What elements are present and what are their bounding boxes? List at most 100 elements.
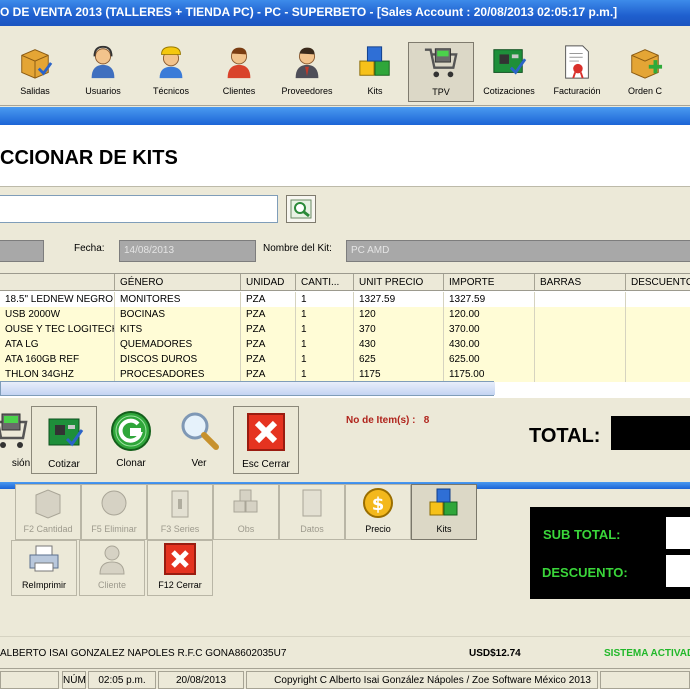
- action-label: Cotizar: [48, 459, 80, 470]
- table-cell: PROCESADORES: [115, 367, 241, 382]
- table-cell: 18.5" LEDNEW NEGRO: [0, 292, 115, 307]
- system-status: SISTEMA ACTIVAD: [604, 648, 690, 659]
- column-header[interactable]: UNIDAD: [241, 274, 296, 290]
- table-cell: 1327.59: [444, 292, 535, 307]
- total-display: [611, 416, 690, 450]
- num-lock-indicator: NÚM: [62, 671, 86, 689]
- toolbar-salidas-button[interactable]: Salidas: [2, 42, 68, 102]
- column-header[interactable]: GÉNERO: [115, 274, 241, 290]
- table-row[interactable]: THLON 34GHZ PROCESADORES PZA 1 1175 1175…: [0, 367, 690, 382]
- cliente-button[interactable]: Cliente: [79, 540, 145, 596]
- client-icon: [227, 47, 251, 79]
- table-row[interactable]: 18.5" LEDNEW NEGRO MONITORES PZA 1 1327.…: [0, 292, 690, 307]
- table-cell: [535, 322, 626, 337]
- f2-cantidad-button[interactable]: F2 Cantidad: [15, 484, 81, 540]
- toolbar-label: Salidas: [20, 86, 50, 96]
- search-input[interactable]: [0, 195, 278, 223]
- nombre-kit-label: Nombre del Kit:: [263, 243, 332, 254]
- toolbar-cotizaciones-button[interactable]: Cotizaciones: [476, 42, 542, 102]
- toolbar-clientes-button[interactable]: Clientes: [206, 42, 272, 102]
- table-cell: OUSE Y TEC LOGITECH: [0, 322, 115, 337]
- toolbar-label: Proveedores: [281, 86, 333, 96]
- column-header[interactable]: CANTI...: [296, 274, 354, 290]
- button-label: ReImprimir: [22, 580, 66, 590]
- column-header[interactable]: BARRAS: [535, 274, 626, 290]
- table-cell: [626, 352, 690, 367]
- table-row[interactable]: OUSE Y TEC LOGITECH KITS PZA 1 370 370.0…: [0, 322, 690, 337]
- cubes-icon: [233, 489, 258, 513]
- horizontal-scrollbar[interactable]: [0, 381, 495, 396]
- table-cell: [535, 367, 626, 382]
- descuento-display: [666, 555, 690, 587]
- fecha-label: Fecha:: [74, 243, 105, 254]
- printer-icon: [29, 545, 59, 572]
- delete-icon: [101, 490, 127, 516]
- table-header: GÉNERO UNIDAD CANTI... UNIT PRECIO IMPOR…: [0, 274, 690, 291]
- column-header[interactable]: DESCUENTO: [626, 274, 690, 290]
- toolbar-label: Técnicos: [152, 86, 189, 96]
- main-toolbar: Salidas Usuarios Técnicos Clientes Prove…: [0, 26, 690, 106]
- precio-button[interactable]: $ Precio: [345, 484, 411, 540]
- kits-button[interactable]: Kits: [411, 484, 477, 540]
- toolbar-kits-button[interactable]: Kits: [342, 42, 408, 102]
- obs-button[interactable]: Obs: [213, 484, 279, 540]
- toolbar-orden-button[interactable]: Orden C: [612, 42, 678, 102]
- table-cell: MONITORES: [115, 292, 241, 307]
- datos-button[interactable]: Datos: [279, 484, 345, 540]
- toolbar-label: Orden C: [627, 86, 662, 96]
- window-title-bar: O DE VENTA 2013 (TALLERES + TIENDA PC) -…: [0, 0, 690, 26]
- table-cell: 370.00: [444, 322, 535, 337]
- nombre-kit-field[interactable]: PC AMD: [346, 240, 690, 262]
- button-label: Kits: [436, 524, 452, 534]
- status-bar: NÚM 02:05 p.m. 20/08/2013 Copyright C Al…: [0, 668, 690, 689]
- toolbar-proveedores-button[interactable]: Proveedores: [274, 42, 340, 102]
- toolbar-tecnicos-button[interactable]: Técnicos: [138, 42, 204, 102]
- toolbar-label: Facturación: [553, 86, 601, 96]
- f12-cerrar-button[interactable]: F12 Cerrar: [147, 540, 213, 596]
- info-bar: ALBERTO ISAI GONZALEZ NAPOLES R.F.C GONA…: [0, 636, 690, 666]
- table-cell: 120.00: [444, 307, 535, 322]
- f3-series-button[interactable]: F3 Series: [147, 484, 213, 540]
- item-count-label: No de Item(s) :: [346, 415, 416, 426]
- button-label: Obs: [237, 524, 255, 534]
- table-cell: 120: [354, 307, 444, 322]
- subtotal-display: [666, 517, 690, 549]
- column-header[interactable]: IMPORTE: [444, 274, 535, 290]
- page-title: CCIONAR DE KITS: [0, 147, 178, 169]
- column-header[interactable]: UNIT PRECIO: [354, 274, 444, 290]
- table-cell: USB 2000W: [0, 307, 115, 322]
- column-header[interactable]: [0, 274, 115, 290]
- action-clonar-button[interactable]: Clonar: [98, 406, 164, 474]
- table-cell: 370: [354, 322, 444, 337]
- button-label: F5 Eliminar: [91, 524, 137, 534]
- reimprimir-button[interactable]: ReImprimir: [11, 540, 77, 596]
- table-cell: ATA LG: [0, 337, 115, 352]
- f5-eliminar-button[interactable]: F5 Eliminar: [81, 484, 147, 540]
- toolbar-label: Cotizaciones: [483, 86, 535, 96]
- circuit-board-icon: [48, 418, 84, 447]
- fecha-field[interactable]: 14/08/2013: [119, 240, 256, 262]
- kit-items-table: GÉNERO UNIDAD CANTI... UNIT PRECIO IMPOR…: [0, 273, 690, 398]
- status-panel-empty: [0, 671, 59, 689]
- toolbar-tpv-button[interactable]: TPV: [408, 42, 474, 102]
- table-row[interactable]: ATA 160GB REF DISCOS DUROS PZA 1 625 625…: [0, 352, 690, 367]
- table-row[interactable]: ATA LG QUEMADORES PZA 1 430 430.00: [0, 337, 690, 352]
- toolbar-usuarios-button[interactable]: Usuarios: [70, 42, 136, 102]
- scrollbar-thumb[interactable]: [1, 382, 495, 395]
- status-panel-end: [600, 671, 690, 689]
- action-label: Ver: [191, 458, 207, 469]
- table-cell: 1: [296, 367, 354, 382]
- close-x-icon: [247, 413, 285, 451]
- table-cell: 1327.59: [354, 292, 444, 307]
- blue-separator: [0, 107, 690, 125]
- action-cotizar-button[interactable]: Cotizar: [31, 406, 97, 474]
- search-button[interactable]: [286, 195, 316, 223]
- toolbar-label: Usuarios: [85, 86, 121, 96]
- kit-id-field[interactable]: [0, 240, 44, 262]
- table-row[interactable]: USB 2000W BOCINAS PZA 1 120 120.00: [0, 307, 690, 322]
- total-label: TOTAL:: [529, 425, 601, 447]
- action-ver-button[interactable]: Ver: [166, 406, 232, 474]
- toolbar-facturacion-button[interactable]: Facturación: [544, 42, 610, 102]
- cart-icon: [424, 48, 458, 78]
- action-esc-cerrar-button[interactable]: Esc Cerrar: [233, 406, 299, 474]
